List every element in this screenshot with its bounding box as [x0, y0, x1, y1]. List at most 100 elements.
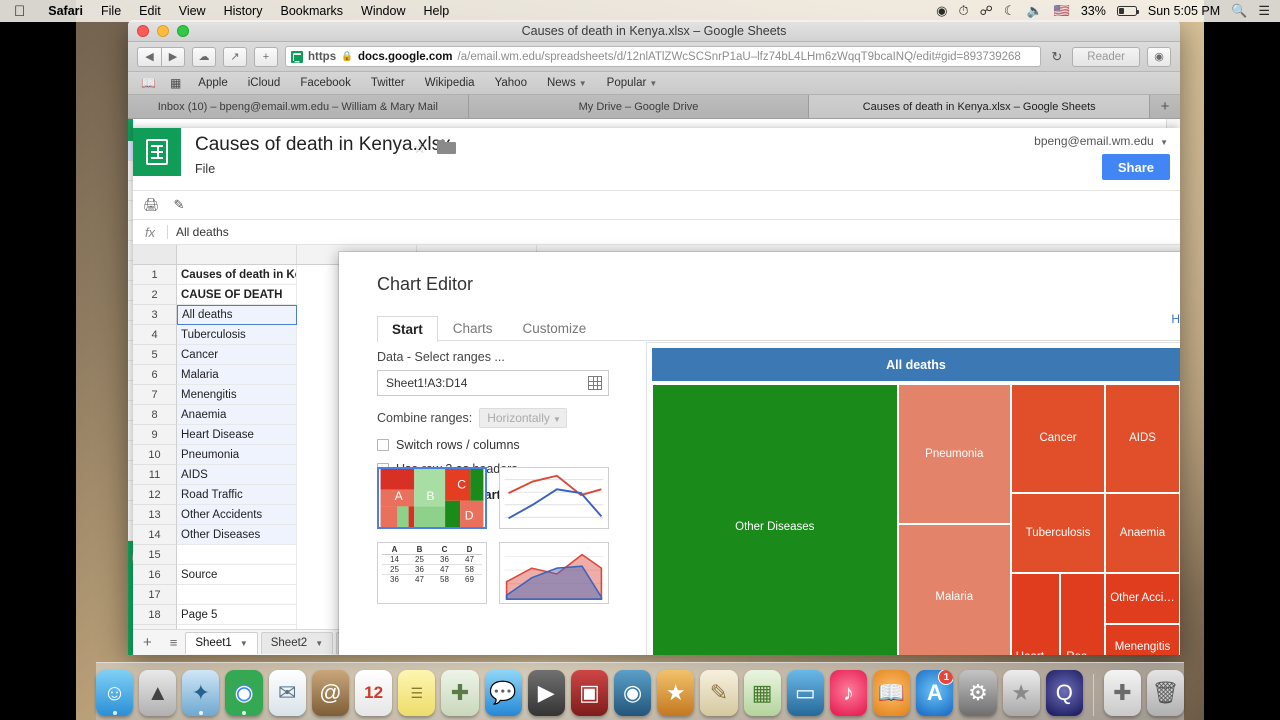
treemap-node-malaria[interactable]: Malaria	[897, 524, 1012, 655]
row-cell[interactable]: Heart Disease	[177, 425, 297, 445]
select-range-grid-icon[interactable]	[588, 376, 602, 390]
reminders-icon[interactable]: ★	[1002, 670, 1040, 716]
menu-item-file[interactable]: File	[195, 162, 215, 176]
table-chart-thumbnail[interactable]: A B C D 14 25 36 47 25 36 47 58 36 47 58…	[377, 542, 487, 604]
mail-icon[interactable]: ✉	[268, 670, 306, 716]
switch-rows-columns-checkbox[interactable]	[377, 439, 389, 451]
switch-rows-columns-row[interactable]: Switch rows / columns	[377, 438, 627, 452]
row-cell[interactable]: All deaths	[177, 305, 297, 325]
messages-icon[interactable]: 💬	[484, 670, 522, 716]
menu-file[interactable]: File	[92, 4, 130, 18]
menu-safari[interactable]: Safari	[39, 4, 92, 18]
treemap-node-aids[interactable]: AIDS	[1105, 384, 1180, 493]
safari-icon[interactable]: ✦	[182, 670, 220, 716]
star-icon[interactable]: ☆	[413, 139, 426, 157]
tab-google-sheets[interactable]: Causes of death in Kenya.xlsx – Google S…	[809, 95, 1151, 118]
row-cell[interactable]: Page 5	[177, 605, 297, 625]
bookmark-wikipedia[interactable]: Wikipedia	[415, 77, 485, 89]
new-tab-button-tabbar[interactable]: +	[1150, 95, 1180, 118]
treemap-node-pneumonia[interactable]: Pneumonia	[897, 384, 1012, 525]
contacts-icon[interactable]: @	[311, 670, 349, 716]
menu-history[interactable]: History	[215, 4, 272, 18]
row-cell[interactable]	[177, 545, 297, 565]
chrome-icon[interactable]: ◉	[225, 670, 263, 716]
row-number[interactable]: 6	[133, 365, 177, 385]
row-cell[interactable]: Road Traffic	[177, 485, 297, 505]
keynote-icon[interactable]: ▭	[786, 670, 824, 716]
downloads-button[interactable]: ◉	[1147, 46, 1171, 67]
itunes-icon[interactable]: ♪	[829, 670, 868, 716]
launchpad-icon[interactable]: ▲	[139, 670, 177, 716]
tab-customize[interactable]: Customize	[508, 315, 602, 341]
tab-start[interactable]: Start	[377, 316, 438, 342]
bookmark-apple[interactable]: Apple	[188, 77, 237, 89]
row-cell[interactable]: Other Diseases	[177, 525, 297, 545]
appstore-icon[interactable]: A1	[916, 670, 954, 716]
dropbox-icon[interactable]: ◉	[936, 3, 947, 19]
downloads-stack-icon[interactable]: ✚	[1103, 670, 1141, 716]
tab-gmail[interactable]: Inbox (10) – bpeng@email.wm.edu – Willia…	[128, 95, 469, 118]
row-cell[interactable]: CAUSE OF DEATH	[177, 285, 297, 305]
paint-format-icon[interactable]: ✎	[174, 197, 185, 213]
folder-icon[interactable]	[437, 140, 456, 154]
iphoto-icon[interactable]: ◉	[614, 670, 652, 716]
bookmark-news[interactable]: News ▼	[537, 77, 597, 89]
row-cell[interactable]: Cancer	[177, 345, 297, 365]
treemap-node-road-traffic[interactable]: Roa…	[1060, 572, 1106, 655]
safari-title-bar[interactable]: Causes of death in Kenya.xlsx – Google S…	[128, 20, 1180, 42]
treemap-node-tuberculosis[interactable]: Tuberculosis	[1011, 492, 1105, 573]
row-number[interactable]: 8	[133, 405, 177, 425]
bookmark-facebook[interactable]: Facebook	[290, 77, 361, 89]
apple-menu-icon[interactable]: 	[0, 4, 39, 19]
share-button[interactable]: ↗	[223, 46, 247, 67]
notes-icon[interactable]: ☰	[398, 670, 436, 716]
row-number[interactable]: 3	[133, 305, 177, 325]
calendar-icon[interactable]: 12	[354, 670, 393, 716]
treemap-node-cancer[interactable]: Cancer	[1011, 384, 1105, 493]
menu-edit[interactable]: Edit	[130, 4, 170, 18]
menu-bookmarks[interactable]: Bookmarks	[271, 4, 352, 18]
maps-icon[interactable]: ✚	[441, 670, 479, 716]
row-cell[interactable]: Tuberculosis	[177, 325, 297, 345]
imovie-icon[interactable]: ★	[657, 670, 695, 716]
treemap-node-other-accidents[interactable]: Other Acci…	[1105, 572, 1180, 625]
photobooth-icon[interactable]: ▣	[570, 670, 609, 716]
row-number[interactable]: 15	[133, 545, 177, 565]
row-cell[interactable]: Anaemia	[177, 405, 297, 425]
row-number[interactable]: 12	[133, 485, 177, 505]
row-cell[interactable]	[177, 585, 297, 605]
add-sheet-button[interactable]: +	[133, 634, 162, 651]
row-number[interactable]: 4	[133, 325, 177, 345]
row-cell[interactable]: Causes of death in Kenya	[177, 265, 297, 285]
row-number[interactable]: 7	[133, 385, 177, 405]
row-cell[interactable]: Other Accidents	[177, 505, 297, 525]
bookmark-twitter[interactable]: Twitter	[361, 77, 415, 89]
ibooks-icon[interactable]: 📖	[873, 670, 911, 716]
treemap-node-heart-disease[interactable]: Heart…	[1011, 572, 1061, 655]
row-number[interactable]: 16	[133, 565, 177, 585]
new-tab-button[interactable]: +	[254, 46, 278, 67]
range-input[interactable]: Sheet1!A3:D14	[377, 370, 609, 396]
combine-ranges-select[interactable]: Horizontally ▼	[479, 408, 567, 428]
volume-icon[interactable]: 🔈	[1026, 3, 1042, 19]
formula-bar[interactable]: fx All deaths	[133, 220, 1180, 245]
flag-icon[interactable]: 🇺🇸	[1054, 3, 1070, 19]
tab-google-drive[interactable]: My Drive – Google Drive	[468, 95, 810, 118]
battery-icon[interactable]	[1116, 6, 1139, 16]
menu-help[interactable]: Help	[414, 4, 458, 18]
row-number[interactable]: 5	[133, 345, 177, 365]
forward-button[interactable]: ▶	[161, 46, 185, 67]
row-number[interactable]: 14	[133, 525, 177, 545]
help-link[interactable]: Help	[1171, 312, 1180, 326]
icloud-tabs-button[interactable]: ☁	[192, 46, 216, 67]
bookmark-icloud[interactable]: iCloud	[238, 77, 291, 89]
numbers-icon[interactable]: ▦	[743, 670, 781, 716]
reader-button[interactable]: Reader	[1072, 46, 1140, 67]
row-number[interactable]: 17	[133, 585, 177, 605]
bookmark-popular[interactable]: Popular ▼	[597, 77, 668, 89]
row-cell[interactable]: Pneumonia	[177, 445, 297, 465]
column-header-a[interactable]	[177, 245, 297, 264]
row-number[interactable]: 11	[133, 465, 177, 485]
notifications-icon[interactable]: ☰	[1258, 3, 1270, 19]
row-number[interactable]: 1	[133, 265, 177, 285]
